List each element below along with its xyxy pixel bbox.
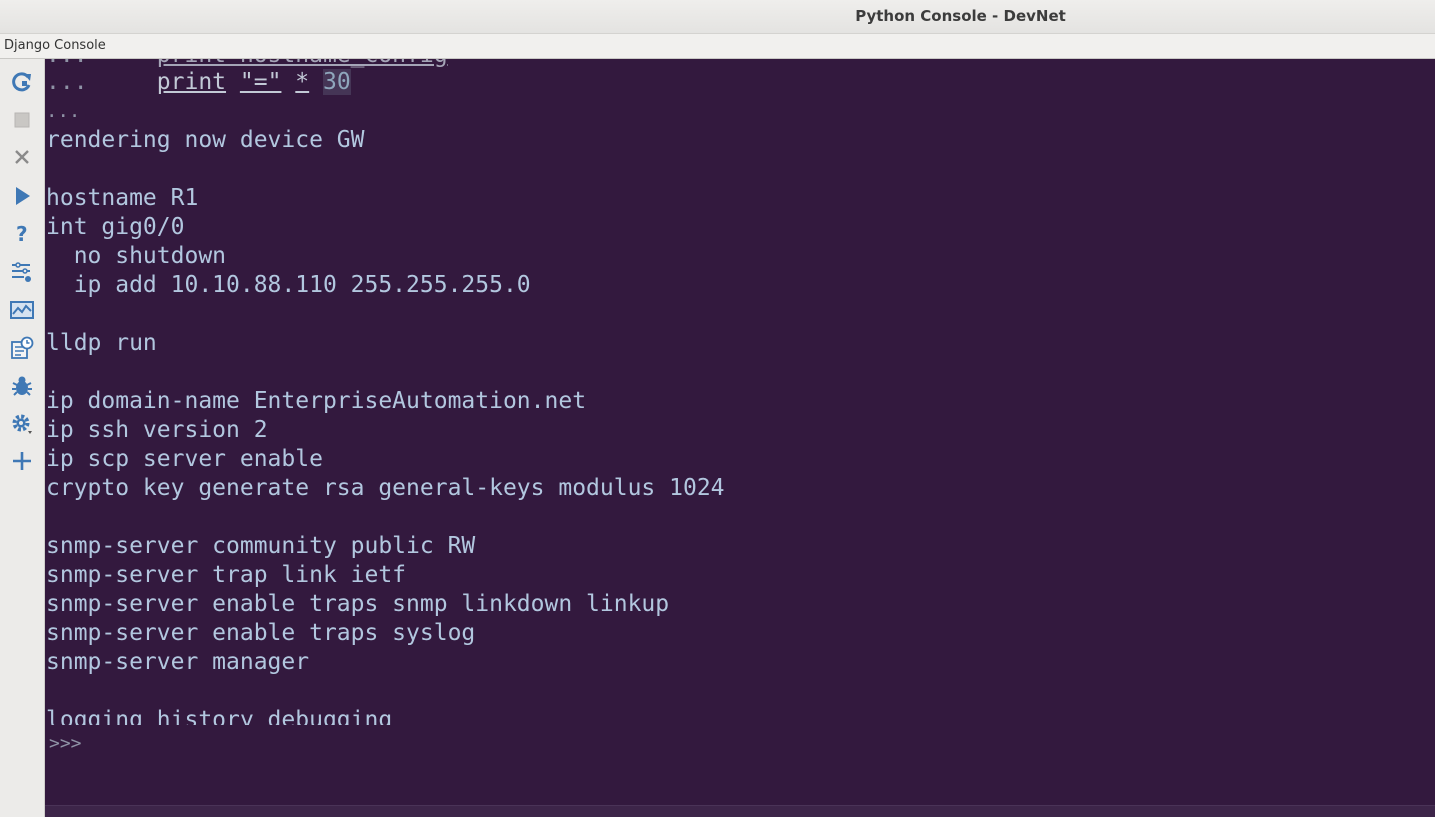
new-console-button[interactable] <box>8 447 36 475</box>
code-number: 30 <box>323 69 351 95</box>
execute-button[interactable] <box>8 182 36 210</box>
debug-button[interactable] <box>8 372 36 400</box>
output-line: ip add 10.10.88.110 255.255.255.0 <box>46 272 531 298</box>
show-variables-button[interactable] <box>8 296 36 324</box>
window-title: Python Console - DevNet <box>855 7 1066 25</box>
output-line: crypto key generate rsa general-keys mod… <box>46 475 725 501</box>
continuation-prompt: ... <box>46 69 157 95</box>
output-line: snmp-server enable traps syslog <box>46 620 476 646</box>
execute-icon <box>16 187 30 205</box>
output-line: ip scp server enable <box>46 446 323 472</box>
output-line: snmp-server manager <box>46 649 310 675</box>
tab-django-console[interactable]: Django Console <box>4 38 106 53</box>
stop-button[interactable] <box>8 106 36 134</box>
history-icon <box>11 336 34 359</box>
console-settings-button[interactable] <box>8 258 36 286</box>
code-string: "=" <box>239 69 282 95</box>
console-input-prompt[interactable]: >>> <box>49 733 82 754</box>
close-console-button[interactable] <box>8 143 36 171</box>
history-button[interactable] <box>8 334 36 362</box>
output-line: snmp-server trap link ietf <box>46 562 407 588</box>
output-line: lldp run <box>46 330 157 356</box>
code-keyword: print <box>156 69 227 95</box>
console-panel[interactable]: ... print hostname_config ... print "=" … <box>45 59 1435 817</box>
gear-icon <box>12 414 32 434</box>
console-horizontal-scrollbar[interactable] <box>45 805 1435 817</box>
tool-window-tabbar: Django Console <box>0 33 1435 59</box>
gear-menu-button[interactable] <box>8 410 36 438</box>
svg-text:?: ? <box>16 222 28 246</box>
output-line: ip domain-name EnterpriseAutomation.net <box>46 388 587 414</box>
code-operator: * <box>295 69 310 95</box>
debug-icon <box>12 376 32 396</box>
rerun-button[interactable] <box>8 68 36 96</box>
output-line: snmp-server community public RW <box>46 533 476 559</box>
partial-code-text: print hostname_config <box>157 59 448 68</box>
code-line: ... print "=" * 30 <box>46 68 351 97</box>
close-icon <box>15 150 29 164</box>
output-line: snmp-server enable traps snmp linkdown l… <box>46 591 670 617</box>
help-button[interactable]: ? <box>8 220 36 248</box>
add-icon <box>13 452 31 470</box>
output-line: logging history debugging <box>46 707 393 725</box>
window-titlebar: Python Console - DevNet <box>0 0 1435 33</box>
console-output: ... print hostname_config ... print "=" … <box>45 59 1435 725</box>
output-line: ip ssh version 2 <box>46 417 268 443</box>
output-line: int gig0/0 <box>46 214 185 240</box>
continuation-prompt-line: ... <box>46 100 81 122</box>
output-line: rendering now device GW <box>46 127 365 153</box>
output-line: hostname R1 <box>46 185 199 211</box>
rerun-icon <box>12 72 31 92</box>
help-icon: ? <box>16 222 28 246</box>
output-line: no shutdown <box>46 243 227 269</box>
settings-list-icon <box>12 262 31 282</box>
console-toolbar: ? <box>0 59 45 817</box>
stop-icon <box>14 112 30 128</box>
continuation-prompt: ... <box>46 59 157 68</box>
variables-icon <box>10 301 34 319</box>
